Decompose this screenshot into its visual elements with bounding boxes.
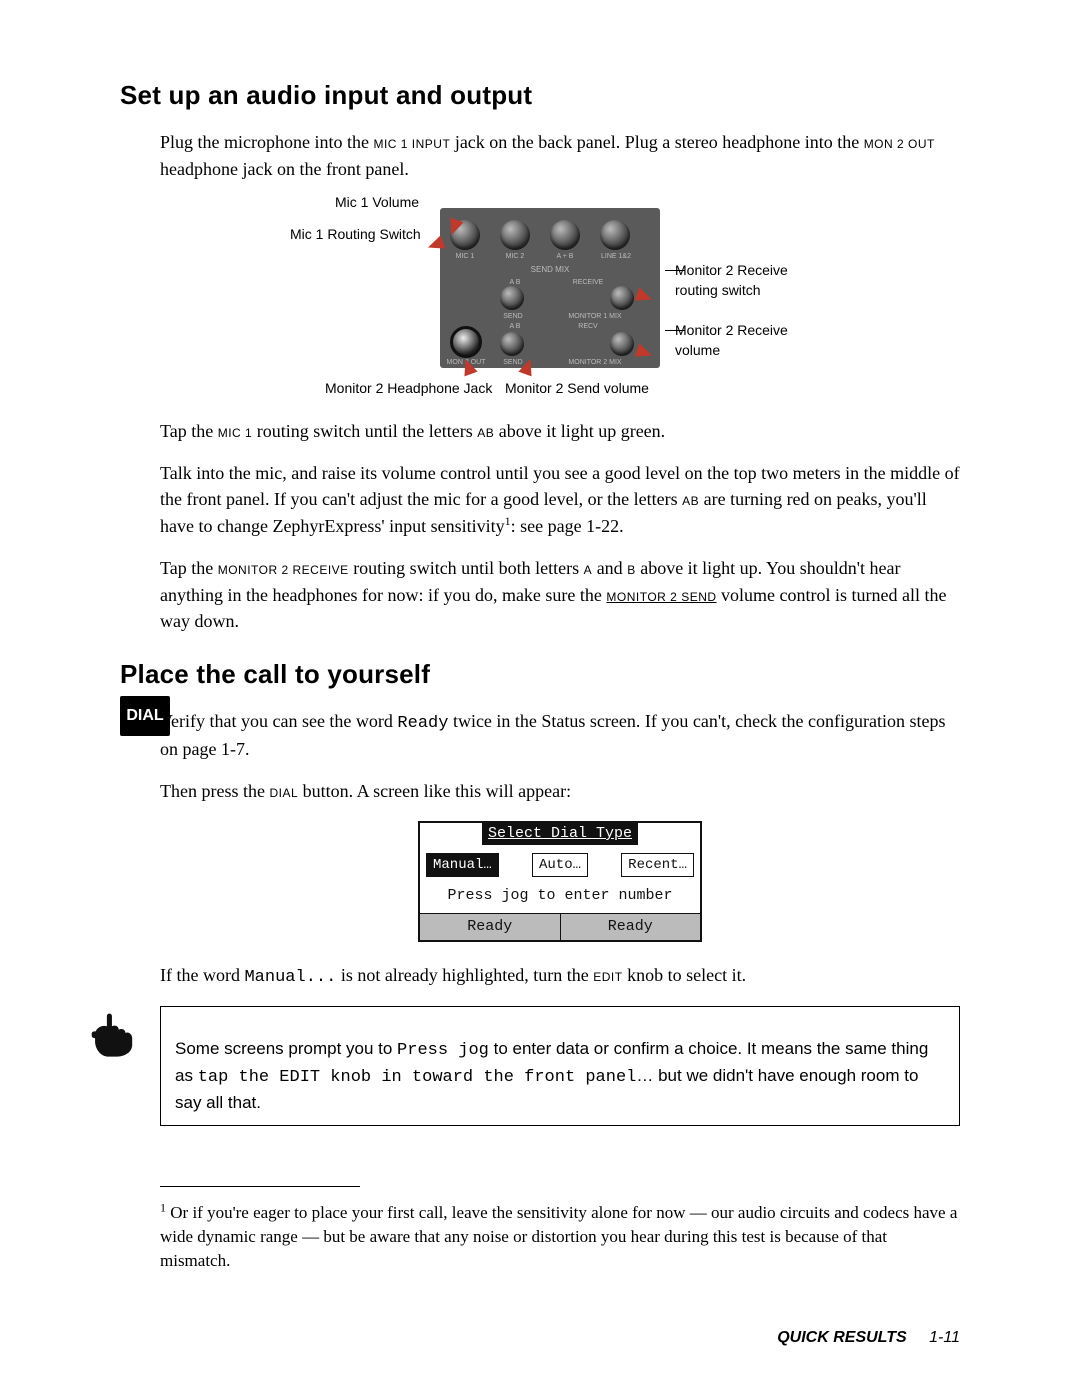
p-tap-mon2: Tap the MONITOR 2 RECEIVE routing switch… [160,555,960,634]
manual-mono: Manual... [244,968,336,987]
footnote: 1 Or if you're eager to place your first… [160,1201,960,1272]
lcd-screen: Select Dial Type Manual… Auto… Recent… P… [418,821,702,942]
mon2recv-sc: MONITOR 2 RECEIVE [218,559,349,578]
knob-send1 [500,286,524,310]
t: knob to select it. [623,965,746,985]
knob-mic2 [500,220,530,250]
lcd-title-row: Select Dial Type [420,823,700,845]
lcd-btn-manual: Manual… [426,853,499,877]
lcd-btn-recent: Recent… [621,853,694,877]
p-if-manual: If the word Manual... is not already hig… [160,962,960,991]
label-mic1-routing: Mic 1 Routing Switch [290,224,421,244]
label-mic1-volume: Mic 1 Volume [335,192,419,212]
hardware-diagram: Mic 1 Volume Mic 1 Routing Switch Monito… [250,198,870,398]
heading-place-call: Place the call to yourself [120,659,960,690]
label-mon2-send-vol: Monitor 2 Send volume [505,378,649,398]
heading-audio-io: Set up an audio input and output [120,80,960,111]
panel-text-aplusb: A + B [550,252,580,262]
panel-text-receive1: RECEIVE [568,278,608,288]
press-jog-mono: Press jog [397,1041,489,1060]
label-mon2-rx-switch: Monitor 2 Receive routing switch [675,260,825,301]
mon2send-sc: MONITOR 2 SEND [606,586,716,605]
page: Set up an audio input and output Plug th… [0,0,1080,1397]
panel-text-ab2: A B [502,322,528,332]
t: routing switch until both letters [349,558,584,578]
footnote-rule [160,1186,360,1187]
lcd-btn-auto: Auto… [532,853,588,877]
knob-line12 [600,220,630,250]
p-verify-ready: Verify that you can see the word Ready t… [160,708,960,763]
panel-text-recv2: RECV [570,322,606,332]
ab-sc: AB [477,422,494,441]
t: Tap the [160,558,218,578]
knob-send2 [500,332,524,356]
panel-text-mon2mix: MONITOR 2 MIX [550,358,640,368]
p-press-dial: Then press the DIAL button. A screen lik… [160,778,960,805]
panel-text-mic2: MIC 2 [500,252,530,262]
intro-c: headphone jack on the front panel. [160,159,409,179]
t: above it light up green. [494,421,665,441]
note-row: Some screens prompt you to Press jog to … [90,1006,960,1126]
lcd-status-row: Ready Ready [420,913,700,940]
letterB: B [627,559,636,578]
intro-b: jack on the back panel. Plug a stereo he… [450,132,863,152]
t: and [592,558,627,578]
panel-text-mon1mix: MONITOR 1 MIX [550,312,640,322]
t: If the word [160,965,244,985]
t: button. A screen like this will appear: [298,781,571,801]
panel-text-sendmix: SEND MIX [510,264,590,276]
tap-edit-mono: tap the EDIT knob in toward the front pa… [198,1068,637,1087]
section2-body: Verify that you can see the word Ready t… [160,708,960,1127]
panel-text-mic1: MIC 1 [450,252,480,262]
dial-button-icon: DIAL [120,696,170,736]
lcd-status-1: Ready [420,914,560,940]
mic1-sc: MIC 1 [218,422,253,441]
headphone-jack [450,326,482,358]
dial-sc: DIAL [269,782,298,801]
footnote-text: Or if you're eager to place your first c… [160,1203,957,1270]
section1-body: Plug the microphone into the MIC 1 INPUT… [160,129,960,635]
lcd-status-2: Ready [560,914,701,940]
knob-recv1 [610,286,634,310]
label-mon2-rx-volume: Monitor 2 Receive volume [675,320,825,361]
t: Verify that you can see the word [160,711,397,731]
leader-line [665,270,685,271]
mon2-out-label: MON 2 OUT [864,133,935,152]
edit-sc: EDIT [593,966,622,985]
t: Then press the [160,781,269,801]
lcd-title: Select Dial Type [482,823,638,845]
knob-ab [550,220,580,250]
intro-paragraph: Plug the microphone into the MIC 1 INPUT… [160,129,960,182]
hardware-panel: MIC 1 MIC 2 A + B LINE 1&2 SEND MIX A B … [440,208,660,368]
letterA: A [584,559,593,578]
t: : see page 1-22. [511,516,624,536]
footer-page: 1-11 [929,1329,960,1346]
pointing-hand-icon [90,1006,144,1060]
lcd-hint: Press jog to enter number [420,883,700,913]
t: Some screens prompt you to [175,1039,397,1058]
lcd-button-row: Manual… Auto… Recent… [420,845,700,883]
leader-line [665,330,685,331]
t: is not already highlighted, turn the [336,965,593,985]
footer: QUICK RESULTS 1-11 [777,1329,960,1347]
knob-recv2 [610,332,634,356]
p-tap-mic1: Tap the MIC 1 routing switch until the l… [160,418,960,445]
ready-mono: Ready [397,714,448,733]
label-mon2-hp-jack: Monitor 2 Headphone Jack [325,378,492,398]
mic1-input-label: MIC 1 INPUT [373,133,450,152]
p-talk-mic: Talk into the mic, and raise its volume … [160,460,960,539]
intro-a: Plug the microphone into the [160,132,373,152]
panel-text-send1: SEND [498,312,528,322]
t: Tap the [160,421,218,441]
ab-sc2: AB [682,490,699,509]
panel-text-line12: LINE 1&2 [598,252,634,262]
footer-section: QUICK RESULTS [777,1329,906,1346]
note-box: Some screens prompt you to Press jog to … [160,1006,960,1126]
t: routing switch until the letters [252,421,477,441]
